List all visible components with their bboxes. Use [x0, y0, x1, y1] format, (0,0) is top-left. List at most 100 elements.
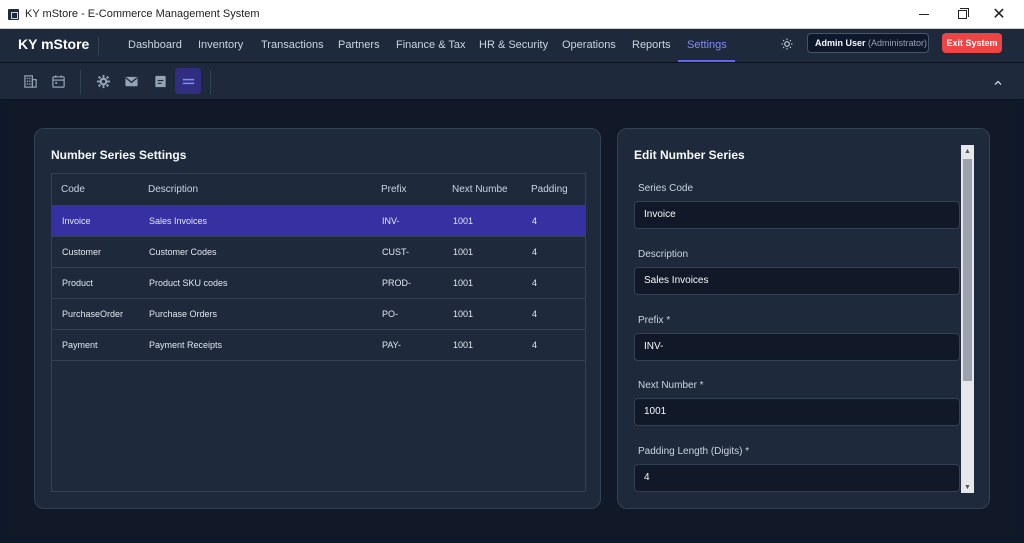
cell-prefix: PROD-: [382, 278, 411, 288]
cell-padding: 4: [532, 340, 538, 350]
series-code-input[interactable]: Invoice: [634, 201, 960, 229]
nav-dashboard[interactable]: Dashboard: [128, 39, 182, 51]
table-row[interactable]: Invoice Sales Invoices INV- 1001 4: [52, 206, 585, 237]
cell-prefix: PO-: [382, 309, 399, 319]
cell-next-number: 1001: [453, 216, 474, 226]
nav-inventory[interactable]: Inventory: [198, 39, 243, 51]
table-header: Code Description Prefix Next Numbe Paddi…: [52, 174, 585, 206]
column-header-next-number[interactable]: Next Numbe: [452, 184, 514, 195]
close-icon: ✕: [992, 5, 1006, 23]
column-header-description[interactable]: Description: [148, 184, 198, 195]
document-icon: [154, 75, 166, 87]
series-code-label: Series Code: [638, 183, 694, 194]
cell-code: Customer: [62, 247, 102, 257]
scroll-up-icon[interactable]: ▲: [961, 145, 974, 157]
toolbar-divider: [210, 70, 211, 94]
cell-prefix: PAY-: [382, 340, 401, 350]
maximize-icon: [957, 8, 969, 19]
column-header-code[interactable]: Code: [61, 184, 85, 195]
cell-description: Product SKU codes: [149, 278, 228, 288]
gear-icon: [96, 74, 110, 88]
list-panel-title: Number Series Settings: [51, 148, 187, 162]
email-settings-button[interactable]: [118, 68, 144, 94]
cell-prefix: CUST-: [382, 247, 409, 257]
theme-toggle-icon[interactable]: [781, 38, 793, 50]
mail-icon: [124, 76, 138, 86]
cell-description: Sales Invoices: [149, 216, 208, 226]
number-series-icon: [182, 78, 194, 84]
maximize-button[interactable]: [943, 0, 981, 29]
description-label: Description: [638, 249, 689, 260]
prefix-label: Prefix *: [638, 315, 671, 326]
number-series-table: Code Description Prefix Next Numbe Paddi…: [51, 173, 586, 492]
cell-padding: 4: [532, 247, 538, 257]
brand-divider: [98, 37, 99, 55]
next-number-input[interactable]: 1001: [634, 398, 960, 426]
description-input[interactable]: Sales Invoices: [634, 267, 960, 295]
settings-toolbar: [0, 63, 1024, 100]
cell-code: PurchaseOrder: [62, 309, 124, 319]
company-settings-button[interactable]: [17, 68, 43, 94]
scroll-thumb[interactable]: [963, 159, 972, 381]
padding-length-input[interactable]: 4: [634, 464, 960, 492]
cell-next-number: 1001: [453, 278, 474, 288]
window-title: KY mStore - E-Commerce Management System: [25, 8, 260, 20]
user-name: Admin User: [815, 38, 866, 48]
number-series-button[interactable]: [175, 68, 201, 94]
column-header-padding[interactable]: Padding: [531, 184, 568, 195]
cell-padding: 4: [532, 309, 538, 319]
close-window-button[interactable]: ✕: [980, 0, 1018, 29]
nav-partners[interactable]: Partners: [338, 39, 380, 51]
padding-length-label: Padding Length (Digits) *: [638, 446, 750, 457]
app-nav-bar: KY mStore Dashboard Inventory Transactio…: [0, 29, 1024, 63]
nav-finance-tax[interactable]: Finance & Tax: [396, 39, 466, 51]
table-row[interactable]: PurchaseOrder Purchase Orders PO- 1001 4: [52, 299, 585, 330]
nav-reports[interactable]: Reports: [632, 39, 671, 51]
user-badge[interactable]: Admin User (Administrator): [807, 33, 929, 53]
edit-panel-title: Edit Number Series: [634, 148, 745, 162]
number-series-list-card: Number Series Settings Code Description …: [34, 128, 601, 509]
calendar-settings-button[interactable]: [45, 68, 71, 94]
window-title-bar: KY mStore - E-Commerce Management System…: [0, 0, 1024, 29]
next-number-label: Next Number *: [638, 380, 704, 391]
table-row[interactable]: Payment Payment Receipts PAY- 1001 4: [52, 330, 585, 361]
cell-description: Payment Receipts: [149, 340, 223, 350]
cell-description: Customer Codes: [149, 247, 217, 257]
cell-next-number: 1001: [453, 340, 474, 350]
brand-logo: KY mStore: [18, 36, 90, 52]
cell-code: Payment: [62, 340, 98, 350]
form-scrollbar[interactable]: ▲ ▼: [961, 145, 974, 493]
edit-number-series-card: Edit Number Series Series Code Invoice D…: [617, 128, 990, 509]
nav-transactions[interactable]: Transactions: [261, 39, 324, 51]
cell-code: Invoice: [62, 216, 91, 226]
column-header-prefix[interactable]: Prefix: [381, 184, 407, 195]
nav-operations[interactable]: Operations: [562, 39, 616, 51]
calendar-icon: [51, 74, 65, 88]
cell-padding: 4: [532, 216, 538, 226]
user-role: (Administrator): [868, 38, 928, 48]
minimize-button[interactable]: [905, 0, 943, 29]
edit-form: Series Code Invoice Description Sales In…: [634, 177, 961, 495]
prefix-input[interactable]: INV-: [634, 333, 960, 361]
minimize-icon: [919, 14, 929, 15]
document-settings-button[interactable]: [147, 68, 173, 94]
cell-next-number: 1001: [453, 247, 474, 257]
nav-settings[interactable]: Settings: [687, 39, 727, 51]
table-row[interactable]: Customer Customer Codes CUST- 1001 4: [52, 237, 585, 268]
cell-prefix: INV-: [382, 216, 400, 226]
table-row[interactable]: Product Product SKU codes PROD- 1001 4: [52, 268, 585, 299]
building-icon: [23, 74, 37, 88]
app-logo-icon: [8, 9, 19, 20]
active-nav-indicator: [678, 60, 735, 62]
nav-hr-security[interactable]: HR & Security: [479, 39, 548, 51]
cell-code: Product: [62, 278, 94, 288]
cell-description: Purchase Orders: [149, 309, 218, 319]
chevron-up-icon[interactable]: [992, 77, 1004, 89]
toolbar-divider: [80, 70, 81, 94]
exit-system-button[interactable]: Exit System: [942, 33, 1002, 53]
main-content: Number Series Settings Code Description …: [6, 101, 1018, 537]
cell-padding: 4: [532, 278, 538, 288]
cell-next-number: 1001: [453, 309, 474, 319]
scroll-down-icon[interactable]: ▼: [961, 481, 974, 493]
general-settings-button[interactable]: [90, 68, 116, 94]
